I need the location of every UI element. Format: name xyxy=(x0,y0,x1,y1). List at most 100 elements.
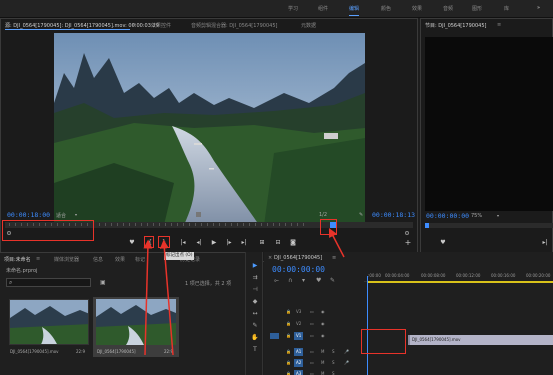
go-to-out-icon[interactable]: ▸| xyxy=(240,239,248,247)
track-label-v2: V2 xyxy=(296,321,302,326)
timeline-playhead[interactable] xyxy=(367,276,368,375)
export-frame-icon[interactable]: ◙ xyxy=(289,239,297,247)
marker-icon[interactable]: ▾ xyxy=(302,277,305,284)
insert-icon[interactable]: ⊞ xyxy=(257,239,267,247)
timeline-menu[interactable]: ≡ xyxy=(332,255,336,261)
track-label-a1: A1 xyxy=(296,349,302,354)
source-video-frame[interactable] xyxy=(54,33,365,225)
workspace-libraries[interactable]: 库 xyxy=(504,5,509,12)
program-monitor-panel: 节目: DJI_0564[1790045] ≡ 00:00:00:00 75% … xyxy=(420,18,553,262)
zoom-right-handle[interactable] xyxy=(405,231,409,235)
track-label-a2: A2 xyxy=(296,360,302,365)
playhead-thumb[interactable] xyxy=(196,212,201,217)
hand-tool-icon[interactable]: ✋ xyxy=(250,334,260,342)
tab-markers[interactable]: 标记 xyxy=(135,256,145,263)
annotation-box-clip xyxy=(361,329,406,354)
track-label-v3: V3 xyxy=(296,309,302,314)
timeline-marker-icon[interactable]: ♥ xyxy=(316,277,321,284)
work-area-bar[interactable] xyxy=(368,281,553,283)
timeline-close-icon[interactable]: × xyxy=(268,255,272,261)
source-timecode[interactable]: 00:00:18:00 xyxy=(7,211,50,219)
selection-tool-icon[interactable]: ▶ xyxy=(250,262,260,270)
search-icon: ⌕ xyxy=(9,279,13,286)
tab-media-browser[interactable]: 媒体浏览器 xyxy=(54,256,79,263)
tab-source-menu[interactable]: ≡ xyxy=(132,22,136,28)
more-workspaces-button[interactable]: » xyxy=(537,5,540,11)
play-icon[interactable]: ▶ xyxy=(210,239,218,247)
clip-name-1: DJI_0564[1790045].mov xyxy=(10,349,59,354)
source-duration: 00:00:18:13 xyxy=(372,211,416,219)
timeline-clip-v1[interactable]: DJI_0564[1790045].mov xyxy=(408,335,553,345)
ruler-label: 00:00:04:00 xyxy=(385,273,410,278)
button-editor-icon[interactable]: + xyxy=(404,239,412,247)
track-label-a3: A3 xyxy=(296,371,302,375)
tab-metadata[interactable]: 元数据 xyxy=(301,22,316,29)
tab-info[interactable]: 信息 xyxy=(93,256,103,263)
search-input[interactable]: ⌕ xyxy=(6,278,91,287)
track-select-tool-icon[interactable]: ⇉ xyxy=(250,274,260,282)
overwrite-icon[interactable]: ⊟ xyxy=(273,239,283,247)
track-a2: 🔒 A2 ▭ M S 🎤 xyxy=(286,359,349,367)
project-file-name: 未命名.prproj xyxy=(6,268,38,274)
time-ruler[interactable]: :00:00 00:00:04:00 00:00:08:00 00:00:12:… xyxy=(364,268,553,282)
clip-name-2: DJI_0564[1790045] xyxy=(97,349,136,354)
pen-tool-icon[interactable]: ✎ xyxy=(250,322,260,330)
link-icon[interactable]: ∩ xyxy=(288,277,292,284)
annotation-box-mark-in xyxy=(144,236,154,248)
track-label-v1: V1 xyxy=(296,333,302,338)
tab-audio-mixer[interactable]: 音频剪辑混合器: DJI_0564[1790045] xyxy=(191,22,277,29)
program-scrub-bar[interactable] xyxy=(425,223,553,228)
tab-effect-controls[interactable]: 效果控件 xyxy=(151,22,171,29)
workspace-learn[interactable]: 学习 xyxy=(288,5,298,12)
workspace-color[interactable]: 颜色 xyxy=(381,5,391,12)
program-menu[interactable]: ≡ xyxy=(497,22,501,28)
ruler-label: 00:00:08:00 xyxy=(421,273,446,278)
workspace-audio[interactable]: 音频 xyxy=(443,5,453,12)
workspace-effects[interactable]: 效果 xyxy=(412,5,422,12)
fit-dropdown[interactable]: 适合 xyxy=(56,212,66,219)
program-wrench-icon[interactable]: ▸| xyxy=(541,239,549,247)
ruler-label: 00:00:12:00 xyxy=(456,273,481,278)
go-to-in-icon[interactable]: |◂ xyxy=(179,239,187,247)
tab-project-menu[interactable]: ≡ xyxy=(36,256,40,262)
program-zoom[interactable]: 75% xyxy=(471,213,482,219)
clip-label: DJI_0564[1790045].mov xyxy=(412,337,461,342)
resolution-dropdown[interactable]: 1/2 xyxy=(319,212,327,218)
tab-project[interactable]: 项目:未命名 xyxy=(4,256,31,263)
ruler-label: 00:00:20:00 xyxy=(526,273,551,278)
program-timecode[interactable]: 00:00:00:00 xyxy=(426,212,469,220)
tab-effects[interactable]: 效果 xyxy=(115,256,125,263)
project-panel: 项目:未命名 ≡ 媒体浏览器 信息 效果 标记 历史记录 未命名.prproj … xyxy=(0,252,245,375)
ripple-edit-tool-icon[interactable]: ⊣ xyxy=(250,286,260,294)
wrench-icon[interactable]: ✎ xyxy=(359,212,363,218)
track-a3: 🔒 A3 ▭ M S xyxy=(264,369,364,375)
step-back-icon[interactable]: ◂| xyxy=(195,239,203,247)
slip-tool-icon[interactable]: ↔ xyxy=(250,310,260,318)
track-v3: 🔒 V3 ▭ ◉ xyxy=(286,309,325,314)
program-zoom-arrow[interactable]: ▾ xyxy=(497,213,499,218)
program-playhead[interactable] xyxy=(425,223,429,228)
ruler-label: :00:00 xyxy=(368,273,381,278)
program-marker-icon[interactable]: ♥ xyxy=(439,239,447,247)
new-bin-icon[interactable]: ▣ xyxy=(100,279,106,286)
ruler-label: 00:00:16:00 xyxy=(491,273,516,278)
clip-thumbnail-2[interactable] xyxy=(96,299,176,345)
clip-thumbnail-1[interactable] xyxy=(9,299,89,345)
timeline-timecode[interactable]: 00:00:00:00 xyxy=(272,265,325,274)
workspace-assembly[interactable]: 组件 xyxy=(318,5,328,12)
type-tool-icon[interactable]: T xyxy=(250,346,260,354)
razor-tool-icon[interactable]: ◆ xyxy=(250,298,260,306)
fit-dropdown-arrow[interactable]: ▾ xyxy=(75,212,77,217)
selection-count: 1 项已选择，共 2 项 xyxy=(185,281,232,287)
program-title[interactable]: 节目: DJI_0564[1790045] xyxy=(425,22,486,29)
workspace-graphics[interactable]: 图形 xyxy=(472,5,482,12)
timeline-title[interactable]: DJI_0564[1790045] xyxy=(274,255,322,261)
settings-icon[interactable]: ✎ xyxy=(330,277,335,284)
snap-icon[interactable]: ⟜ xyxy=(274,277,279,285)
clip-duration-2: 22:9 xyxy=(164,349,173,354)
step-forward-icon[interactable]: |▸ xyxy=(225,239,233,247)
program-video-frame[interactable] xyxy=(425,37,553,211)
workspace-edit[interactable]: 编辑 xyxy=(349,5,360,16)
add-marker-icon[interactable]: ♥ xyxy=(128,239,136,247)
timeline-panel: × DJI_0564[1790045] ≡ 00:00:00:00 ⟜ ∩ ▾ … xyxy=(264,252,553,375)
